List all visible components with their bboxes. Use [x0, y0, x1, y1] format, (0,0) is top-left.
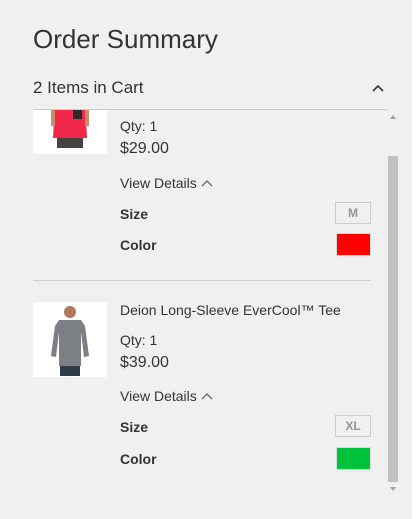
cart-list-scrollbar[interactable] — [386, 110, 400, 497]
product-image[interactable] — [33, 302, 107, 377]
gray-long-sleeve-tee-photo-icon — [33, 302, 107, 377]
view-details-toggle[interactable]: View Details — [120, 388, 213, 404]
size-swatch: M — [335, 202, 371, 224]
item-qty: Qty: 1 — [120, 332, 158, 348]
color-swatch — [336, 233, 371, 256]
view-details-label: View Details — [120, 388, 197, 404]
color-label: Color — [120, 451, 157, 467]
cart-item-count: 2 Items in Cart — [33, 78, 144, 97]
color-swatch — [336, 447, 371, 470]
item-qty: Qty: 1 — [120, 118, 158, 134]
item-divider — [33, 280, 371, 281]
size-label: Size — [120, 419, 149, 435]
size-label: Size — [120, 206, 149, 222]
product-image[interactable] — [33, 110, 107, 154]
scrollbar-thumb[interactable] — [388, 156, 398, 482]
scroll-up-arrow-icon[interactable] — [388, 112, 398, 122]
chevron-up-icon[interactable] — [369, 81, 387, 97]
order-summary-panel: Order Summary 2 Items in Cart Qty: 1 $29… — [0, 0, 412, 519]
order-summary-title: Order Summary — [33, 24, 218, 54]
cart-items-list[interactable]: Qty: 1 $29.00 View Details Size M Color … — [33, 110, 387, 497]
color-label: Color — [120, 237, 157, 253]
cart-item: Deion Long-Sleeve EverCool™ Tee Qty: 1 $… — [33, 302, 371, 492]
view-details-label: View Details — [120, 175, 197, 191]
scroll-down-arrow-icon[interactable] — [388, 484, 398, 494]
cart-items-header[interactable]: 2 Items in Cart — [33, 78, 387, 106]
item-name[interactable]: Deion Long-Sleeve EverCool™ Tee — [120, 302, 341, 318]
chevron-up-icon — [201, 393, 213, 400]
chevron-up-icon — [201, 180, 213, 187]
cart-item: Qty: 1 $29.00 View Details Size M Color — [33, 110, 371, 280]
red-tank-top-photo-icon — [33, 110, 107, 154]
view-details-toggle[interactable]: View Details — [120, 175, 213, 191]
item-price: $39.00 — [120, 354, 169, 371]
size-swatch: XL — [335, 415, 371, 437]
item-price: $29.00 — [120, 140, 169, 157]
